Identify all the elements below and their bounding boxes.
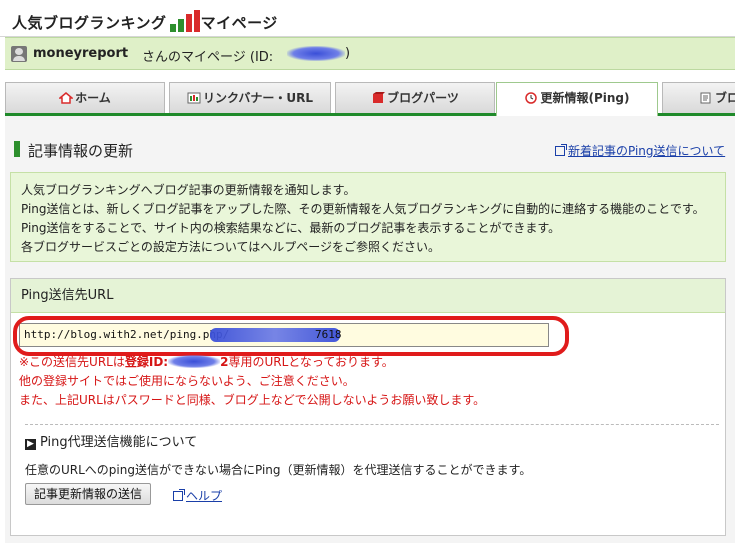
info-line: Ping送信をすることで、サイト内の検索結果などに、最新のブログ記事を表示するこ… <box>21 221 561 235</box>
info-line: 各ブログサービスごとの設定方法についてはヘルプページをご参照ください。 <box>21 240 441 254</box>
banner-icon <box>187 85 201 104</box>
ranking-chart-icon <box>168 10 200 32</box>
proxy-title: ▶ Ping代理送信機能について <box>25 431 197 450</box>
warning-line: また、上記URLはパスワードと同様、ブログ上などで公開しないようお願い致します。 <box>19 393 486 407</box>
user-name: moneyreport <box>33 46 129 61</box>
ping-warning: ※この送信先URLは登録ID: 2専用のURLとなっております。 他の登録サイトで… <box>19 353 485 410</box>
divider <box>25 424 719 425</box>
tab-label: リンクバナー・URL <box>202 91 314 105</box>
tab-label: ブロ <box>715 91 735 105</box>
site-header: 人気ブログランキング マイページ <box>0 0 735 37</box>
send-update-button[interactable]: 記事更新情報の送信 <box>25 483 152 505</box>
user-suffix: さんのマイページ (ID: <box>142 50 274 65</box>
tab-label: 更新情報(Ping) <box>540 91 630 105</box>
redacted-user-id <box>287 46 345 61</box>
tab-blog-parts[interactable]: ブログパーツ <box>335 82 495 113</box>
warning-line: 他の登録サイトではご使用にならないよう、ご注意ください。 <box>19 374 355 388</box>
section-marker <box>14 141 20 157</box>
main-tabs: ホーム リンクバナー・URL ブログパーツ 更新情報(Ping) ブロ <box>5 82 735 116</box>
tab-blog[interactable]: ブロ <box>662 82 735 113</box>
proxy-description: 任意のURLへのping送信ができない場合にPing（更新情報）を代理送信するこ… <box>25 463 532 477</box>
tab-label: ブログパーツ <box>387 91 459 105</box>
user-bar: moneyreport さんのマイページ (ID: ) <box>5 37 735 70</box>
cube-icon <box>371 85 386 103</box>
clock-icon <box>524 85 538 104</box>
ping-help-link[interactable]: 新着記事のPing送信について <box>555 142 725 159</box>
brand-title[interactable]: 人気ブログランキング マイページ <box>12 10 278 33</box>
redacted-registered-id <box>168 355 221 368</box>
ping-panel: Ping送信先URL http://blog.with2.net/ping.ph… <box>10 278 726 536</box>
proxy-help-link[interactable]: ヘルプ <box>173 487 222 504</box>
warning-text: ※この送信先URLは <box>19 355 125 369</box>
proxy-help-label: ヘルプ <box>186 489 223 503</box>
warning-text: 専用のURLとなっております。 <box>228 355 394 369</box>
ping-url-heading: Ping送信先URL <box>11 279 725 313</box>
proxy-title-label: Ping代理送信機能について <box>40 435 198 450</box>
info-box: 人気ブログランキングへブログ記事の更新情報を通知します。 Ping送信とは、新し… <box>10 172 726 262</box>
external-link-icon <box>173 489 185 501</box>
tab-label: ホーム <box>75 91 111 105</box>
house-icon <box>58 85 75 104</box>
tab-home[interactable]: ホーム <box>5 82 165 113</box>
info-line: 人気ブログランキングへブログ記事の更新情報を通知します。 <box>21 183 356 197</box>
registered-id-label: 登録ID: <box>124 355 169 369</box>
document-icon <box>699 85 713 104</box>
user-icon <box>11 46 27 62</box>
highlight-ring <box>13 316 569 356</box>
brand-mypage: マイページ <box>200 14 278 32</box>
ping-help-label: 新着記事のPing送信について <box>568 144 726 158</box>
info-line: Ping送信とは、新しくブログ記事をアップした際、その更新情報を人気ブログランキ… <box>21 202 705 216</box>
arrow-right-icon: ▶ <box>25 439 36 450</box>
tab-link-banner[interactable]: リンクバナー・URL <box>169 82 331 113</box>
page-title: 記事情報の更新 <box>28 142 134 160</box>
external-link-icon <box>555 144 567 156</box>
tab-ping[interactable]: 更新情報(Ping) <box>496 82 658 116</box>
user-id-close: ) <box>345 46 351 61</box>
brand-name: 人気ブログランキング <box>12 14 167 32</box>
